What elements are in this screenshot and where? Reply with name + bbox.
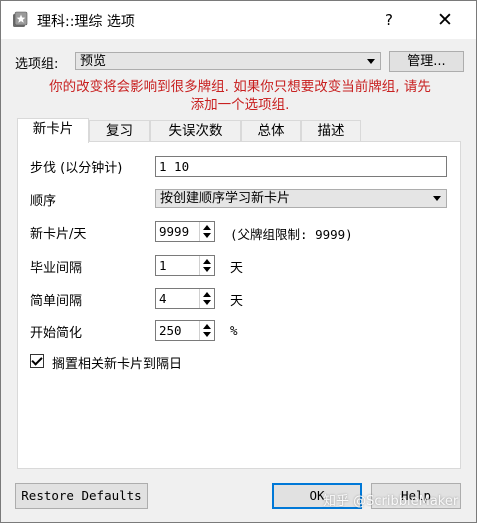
parent-limit-note: (父牌组限制: 9999) — [230, 227, 353, 242]
window-title: 理科::理综 选项 — [37, 14, 135, 30]
option-group-label: 选项组: — [15, 57, 59, 72]
easy-interval-value: 4 — [159, 291, 167, 306]
easy-interval-unit: 天 — [230, 294, 244, 309]
manage-button[interactable]: 管理... — [389, 51, 464, 72]
warning-message: 你的改变将会影响到很多牌组. 如果你只想要改变当前牌组, 请先 添加一个选项组. — [15, 78, 465, 114]
title-bar: 理科::理综 选项 ? ✕ — [1, 1, 476, 39]
tab-description[interactable]: 描述 — [301, 120, 361, 142]
spin-up-icon[interactable] — [203, 225, 211, 230]
close-button[interactable]: ✕ — [427, 5, 463, 35]
easy-interval-spinbox[interactable]: 4 — [155, 288, 215, 309]
option-group-select[interactable]: 预览 — [75, 52, 381, 70]
tab-new-cards[interactable]: 新卡片 — [17, 118, 89, 143]
spin-buttons[interactable] — [199, 256, 214, 275]
spin-up-icon[interactable] — [203, 259, 211, 264]
warning-line-1: 你的改变将会影响到很多牌组. 如果你只想要改变当前牌组, 请先 — [49, 79, 431, 95]
per-day-value: 9999 — [159, 224, 190, 239]
restore-defaults-button[interactable]: Restore Defaults — [15, 483, 148, 509]
graduating-interval-unit: 天 — [230, 261, 244, 276]
graduating-interval-spinbox[interactable]: 1 — [155, 255, 215, 276]
chevron-down-icon — [433, 196, 441, 201]
spin-buttons[interactable] — [199, 321, 214, 340]
watermark-text: 知乎 @ScribbleMaker — [323, 494, 459, 509]
tab-general[interactable]: 总体 — [241, 120, 301, 142]
tab-reviews[interactable]: 复习 — [89, 120, 150, 142]
graduating-interval-value: 1 — [159, 258, 167, 273]
anki-app-icon — [13, 11, 28, 27]
order-label: 顺序 — [30, 194, 57, 209]
checkmark-icon — [31, 354, 43, 366]
spin-up-icon[interactable] — [203, 292, 211, 297]
steps-input[interactable]: 1 10 — [155, 156, 447, 177]
spin-buttons[interactable] — [199, 289, 214, 308]
tab-lapses[interactable]: 失误次数 — [150, 120, 241, 142]
spin-down-icon[interactable] — [203, 332, 211, 337]
spin-down-icon[interactable] — [203, 267, 211, 272]
order-select[interactable]: 按创建顺序学习新卡片 — [155, 189, 447, 208]
starting-ease-value: 250 — [159, 323, 182, 338]
warning-line-2: 添加一个选项组. — [190, 97, 290, 113]
bury-related-label[interactable]: 搁置相关新卡片到隔日 — [52, 353, 182, 372]
steps-label: 步伐 (以分钟计) — [30, 161, 123, 176]
chevron-down-icon — [367, 59, 375, 64]
graduating-interval-label: 毕业间隔 — [30, 261, 83, 276]
spin-down-icon[interactable] — [203, 233, 211, 238]
starting-ease-unit: % — [230, 323, 238, 338]
bury-related-checkbox[interactable] — [30, 354, 44, 368]
starting-ease-label: 开始简化 — [30, 326, 83, 341]
per-day-label: 新卡片/天 — [30, 227, 87, 242]
option-group-value: 预览 — [80, 54, 107, 69]
spin-down-icon[interactable] — [203, 300, 211, 305]
easy-interval-label: 简单间隔 — [30, 294, 83, 309]
title-help-button[interactable]: ? — [377, 7, 401, 33]
spin-buttons[interactable] — [199, 222, 214, 241]
spin-up-icon[interactable] — [203, 324, 211, 329]
order-value: 按创建顺序学习新卡片 — [160, 191, 291, 206]
per-day-spinbox[interactable]: 9999 — [155, 221, 215, 242]
options-dialog: 理科::理综 选项 ? ✕ 选项组: 预览 管理... 你的改变将会影响到很多牌… — [0, 0, 477, 523]
starting-ease-spinbox[interactable]: 250 — [155, 320, 215, 341]
